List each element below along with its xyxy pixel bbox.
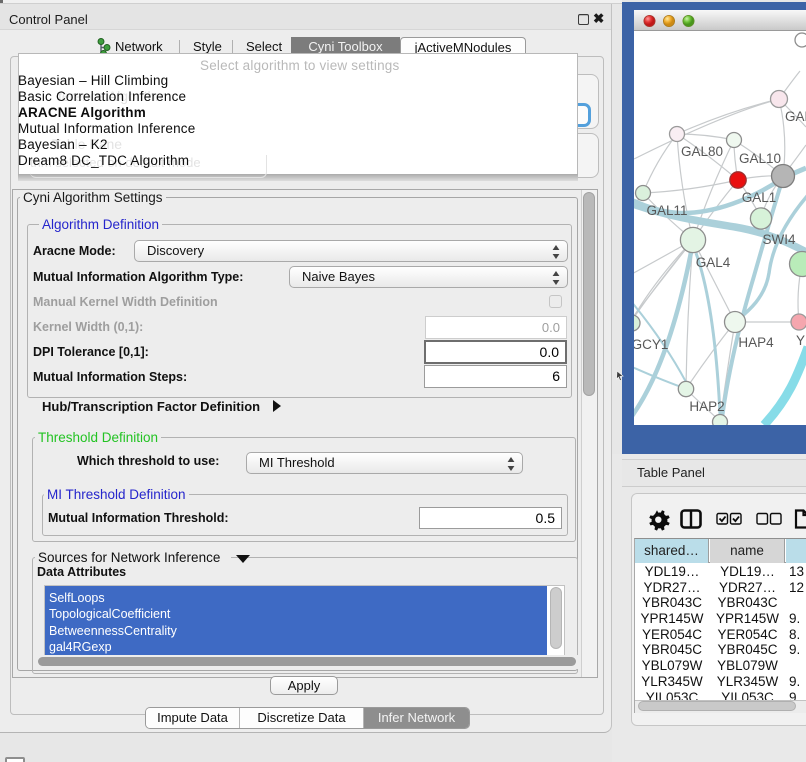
svg-text:SWI4: SWI4 xyxy=(762,232,795,247)
svg-text:HAP4: HAP4 xyxy=(738,335,774,350)
svg-text:GAL7: GAL7 xyxy=(785,109,806,124)
svg-text:GCY1: GCY1 xyxy=(634,337,668,352)
svg-text:Y: Y xyxy=(796,333,805,348)
svg-text:GAL10: GAL10 xyxy=(739,151,781,166)
svg-text:GAL4: GAL4 xyxy=(696,255,731,270)
svg-text:GAL80: GAL80 xyxy=(681,144,723,159)
svg-text:GAL1: GAL1 xyxy=(742,190,777,205)
svg-text:HAP2: HAP2 xyxy=(689,399,724,414)
svg-text:GAL11: GAL11 xyxy=(646,203,687,218)
